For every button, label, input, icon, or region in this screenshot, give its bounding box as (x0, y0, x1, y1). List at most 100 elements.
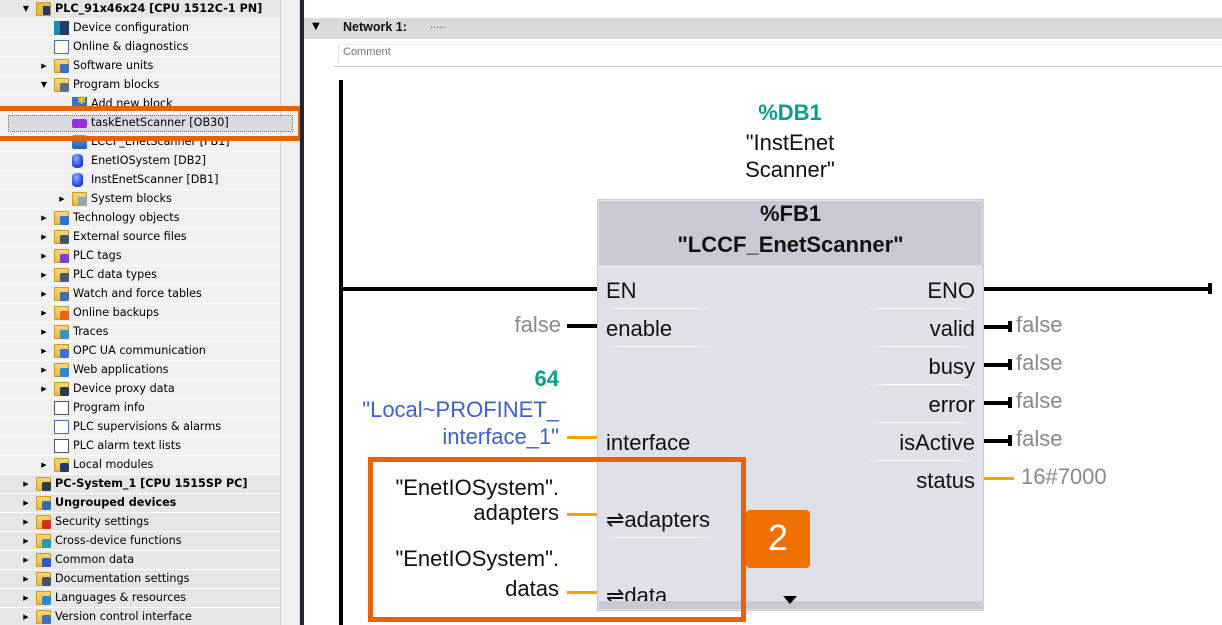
instance-db-name-line2[interactable]: Scanner" (690, 157, 890, 183)
tree-item[interactable]: ▼ PLC_91x46x24 [CPU 1512C-1 PN] (0, 0, 280, 19)
tree-item[interactable]: Program info (0, 399, 280, 418)
network-comment-field[interactable]: Comment (338, 44, 1222, 64)
tree-item[interactable]: ▼ Program blocks (0, 76, 280, 95)
pin-separator (604, 346, 714, 347)
ladder-editor[interactable]: ▼ Network 1: ..... Comment %DB1 "InstEne… (300, 0, 1222, 625)
error-wire (984, 401, 1010, 405)
expand-icon[interactable]: ▶ (40, 323, 48, 341)
tree-item[interactable]: ▶ PLC tags (0, 247, 280, 266)
tree-item[interactable]: Online & diagnostics (0, 38, 280, 57)
tree-item[interactable]: PLC alarm text lists (0, 437, 280, 456)
tree-item[interactable]: ▶ Version control interface (0, 608, 280, 625)
expand-icon[interactable]: ▶ (40, 456, 48, 474)
tree-item[interactable]: EnetIOSystem [DB2] (0, 152, 280, 171)
busy-value[interactable]: false (1016, 350, 1062, 376)
ungrouped-devices-icon (36, 496, 51, 510)
status-value[interactable]: 16#7000 (1021, 464, 1107, 490)
error-value[interactable]: false (1016, 388, 1062, 414)
tree-item[interactable]: ▶ System blocks (0, 190, 280, 209)
collapse-icon[interactable]: ▼ (40, 76, 48, 94)
tree-item[interactable]: ▶ Traces (0, 323, 280, 342)
documentation-settings-icon (36, 572, 51, 586)
left-power-rail (339, 80, 343, 625)
pin-isactive: isActive (899, 430, 975, 455)
expand-icon[interactable]: ▶ (22, 570, 30, 588)
instance-db-name-line1[interactable]: "InstEnet (690, 130, 890, 156)
pin-separator (867, 422, 977, 423)
tree-item[interactable]: ▶ External source files (0, 228, 280, 247)
pin-en: EN (606, 278, 637, 303)
tree-column-separator (280, 0, 281, 625)
tree-item[interactable]: ▶ Online backups (0, 304, 280, 323)
pin-busy: busy (928, 354, 975, 379)
expand-icon[interactable]: ▶ (40, 380, 48, 398)
online-diagnostics-icon (54, 40, 69, 54)
expand-icon[interactable]: ▶ (58, 190, 66, 208)
tree-item-label: Common data (55, 553, 135, 566)
interface-value-line1[interactable]: "Local~PROFINET_ (359, 397, 559, 423)
tree-item[interactable]: ▶ PLC data types (0, 266, 280, 285)
expand-icon[interactable]: ▶ (22, 608, 30, 625)
expand-icon[interactable]: ▶ (40, 247, 48, 265)
tree-item-label: Device configuration (73, 21, 190, 34)
tree-item[interactable]: ▶ Watch and force tables (0, 285, 280, 304)
collapse-network-icon[interactable]: ▼ (312, 21, 320, 32)
tree-item[interactable]: ▶ Languages & resources (0, 589, 280, 608)
expand-icon[interactable]: ▶ (22, 532, 30, 550)
pin-interface: interface (606, 430, 691, 455)
external-source-files-folder-icon (54, 230, 69, 244)
tree-item-label: Ungrouped devices (55, 496, 177, 509)
tree-item-label: Web applications (73, 363, 169, 376)
tree-item[interactable]: Device configuration (0, 19, 280, 38)
collapse-icon[interactable]: ▼ (22, 0, 30, 18)
expand-icon[interactable]: ▶ (40, 361, 48, 379)
tree-item[interactable]: ▶ Ungrouped devices (0, 494, 280, 513)
tree-item[interactable]: ▶ Device proxy data (0, 380, 280, 399)
tree-item-label: PLC alarm text lists (73, 439, 181, 452)
pin-enable: enable (606, 316, 673, 341)
tree-item[interactable]: ▶ Common data (0, 551, 280, 570)
expand-icon[interactable]: ▶ (40, 285, 48, 303)
tree-item-label: Program info (73, 401, 145, 414)
tree-item[interactable]: ▶ Software units (0, 57, 280, 76)
expand-icon[interactable]: ▶ (22, 513, 30, 531)
comment-divider (334, 66, 1222, 67)
enable-value[interactable]: false (404, 312, 561, 338)
tree-item-label: Documentation settings (55, 572, 190, 585)
function-block-header: %FB1 "LCCF_EnetScanner" (599, 201, 982, 265)
expand-icon[interactable]: ▶ (40, 228, 48, 246)
tree-item[interactable]: ▶ PC-System_1 [CPU 1515SP PC] (0, 475, 280, 494)
tree-item[interactable]: ▶ Local modules (0, 456, 280, 475)
interface-value-line2[interactable]: interface_1" (359, 424, 559, 450)
isactive-value[interactable]: false (1016, 426, 1062, 452)
fb-name[interactable]: "LCCF_EnetScanner" (599, 232, 982, 258)
tree-item[interactable]: ▶ Technology objects (0, 209, 280, 228)
valid-value[interactable]: false (1016, 312, 1062, 338)
expand-icon[interactable]: ▶ (40, 304, 48, 322)
expand-icon[interactable]: ▶ (22, 551, 30, 569)
version-control-interface-icon (36, 610, 51, 624)
tree-item[interactable]: ▶ OPC UA communication (0, 342, 280, 361)
tree-item[interactable]: InstEnetScanner [DB1] (0, 171, 280, 190)
expand-pins-icon[interactable] (783, 596, 797, 604)
expand-icon[interactable]: ▶ (22, 475, 30, 493)
expand-icon[interactable]: ▶ (40, 266, 48, 284)
instance-db-address: %DB1 (758, 100, 822, 125)
network-header[interactable]: ▼ Network 1: ..... (304, 18, 1222, 39)
expand-icon[interactable]: ▶ (22, 589, 30, 607)
expand-icon[interactable]: ▶ (40, 57, 48, 75)
annotation-badge-2: 2 (746, 510, 810, 568)
expand-icon[interactable]: ▶ (40, 209, 48, 227)
tree-item[interactable]: ▶ Cross-device functions (0, 532, 280, 551)
tree-item[interactable]: ▶ Documentation settings (0, 570, 280, 589)
tree-item[interactable]: ▶ Security settings (0, 513, 280, 532)
program-blocks-folder-icon (54, 78, 69, 92)
pin-separator (867, 460, 977, 461)
tree-item[interactable]: PLC supervisions & alarms (0, 418, 280, 437)
network-title-placeholder[interactable]: ..... (430, 20, 446, 31)
pc-system-icon (36, 477, 51, 491)
tree-item[interactable]: ▶ Web applications (0, 361, 280, 380)
data-block-icon (72, 154, 83, 168)
expand-icon[interactable]: ▶ (40, 342, 48, 360)
expand-icon[interactable]: ▶ (22, 494, 30, 512)
